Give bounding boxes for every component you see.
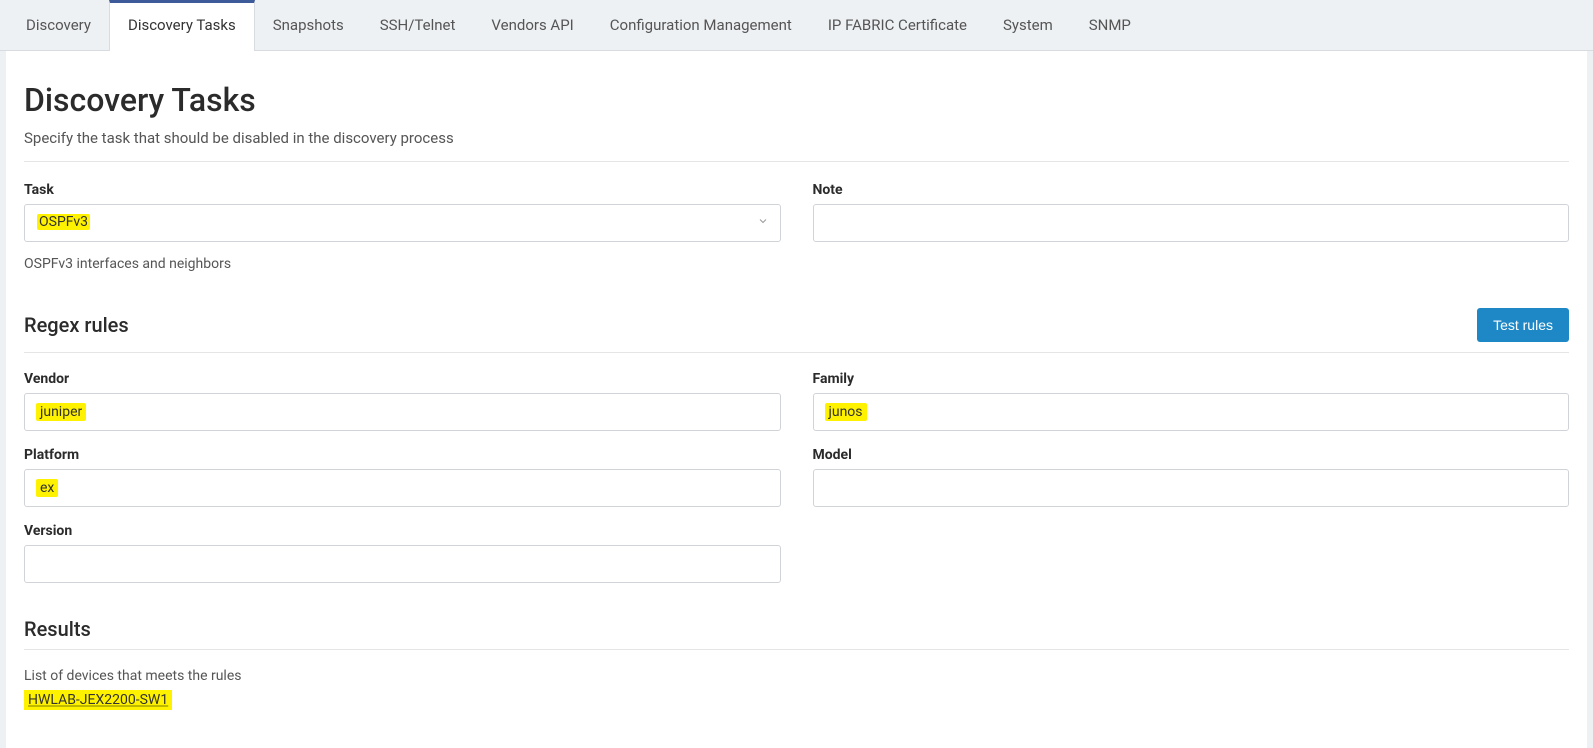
platform-label: Platform [24,447,781,463]
tab-discovery-tasks[interactable]: Discovery Tasks [109,0,255,51]
page-subtitle: Specify the task that should be disabled… [24,129,1569,162]
results-list: HWLAB-JEX2200-SW1 [24,692,1569,708]
vendor-input[interactable] [24,393,781,431]
results-header: Results [24,617,1569,650]
tab-system[interactable]: System [985,0,1071,50]
model-label: Model [813,447,1570,463]
platform-model-row: Platform ex Model [24,447,1569,523]
tab-bar: Discovery Discovery Tasks Snapshots SSH/… [0,0,1593,51]
tab-vendors-api[interactable]: Vendors API [473,0,591,50]
tab-snapshots[interactable]: Snapshots [255,0,362,50]
task-help-text: OSPFv3 interfaces and neighbors [24,256,781,272]
version-label: Version [24,523,781,539]
regex-rules-header: Regex rules Test rules [24,308,1569,353]
vendor-family-row: Vendor juniper Family junos [24,371,1569,447]
platform-input[interactable] [24,469,781,507]
test-rules-button[interactable]: Test rules [1477,308,1569,342]
page-title: Discovery Tasks [24,81,1569,119]
family-input[interactable] [813,393,1570,431]
task-label: Task [24,182,781,198]
tab-ssh-telnet[interactable]: SSH/Telnet [362,0,474,50]
tab-snmp[interactable]: SNMP [1071,0,1149,50]
version-row: Version [24,523,1569,599]
task-select-wrap: OSPFv3 [24,204,781,242]
results-description: List of devices that meets the rules [24,668,1569,684]
note-label: Note [813,182,1570,198]
content-panel: Discovery Tasks Specify the task that sh… [6,51,1587,748]
vendor-label: Vendor [24,371,781,387]
results-title: Results [24,617,91,641]
result-device: HWLAB-JEX2200-SW1 [24,690,172,710]
model-input[interactable] [813,469,1570,507]
family-label: Family [813,371,1570,387]
regex-rules-title: Regex rules [24,313,129,337]
note-input[interactable] [813,204,1570,242]
task-select-value: OSPFv3 [37,214,90,230]
tab-configuration-management[interactable]: Configuration Management [592,0,810,50]
task-note-row: Task OSPFv3 OSPFv3 interfaces and neighb… [24,182,1569,272]
version-input[interactable] [24,545,781,583]
tab-ip-fabric-certificate[interactable]: IP FABRIC Certificate [810,0,985,50]
tab-discovery[interactable]: Discovery [8,0,109,50]
task-select[interactable]: OSPFv3 [24,204,781,242]
